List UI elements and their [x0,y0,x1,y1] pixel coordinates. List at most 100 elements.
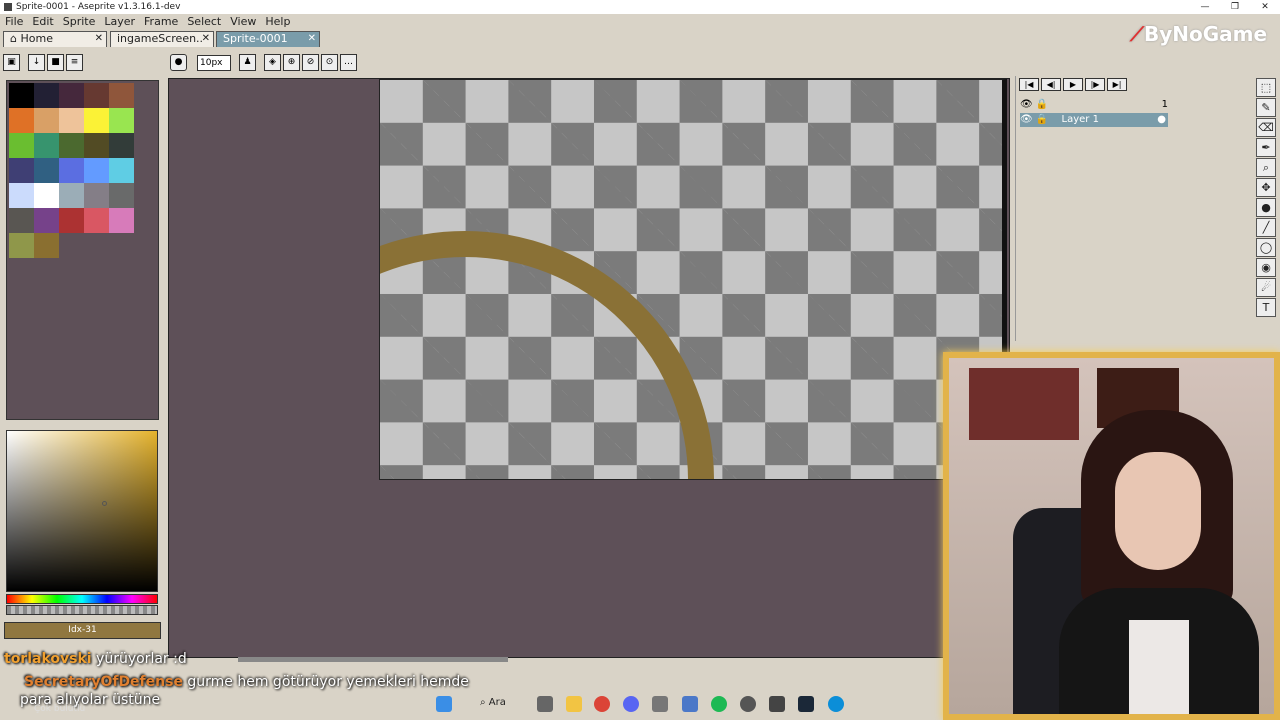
zoom-icon[interactable]: ⌕ [1256,158,1276,177]
fill-icon[interactable]: ● [1256,198,1276,217]
palette-swatch[interactable] [9,108,34,133]
text-icon[interactable]: T [1256,298,1276,317]
palette-swatch[interactable] [59,208,84,233]
prev-frame-icon[interactable]: ◀| [1041,78,1061,91]
tab-home[interactable]: ⌂ Home ✕ [3,31,107,47]
palette-swatch[interactable] [59,108,84,133]
menu-edit[interactable]: Edit [32,15,53,28]
brush-size-input[interactable]: 10px [197,55,231,71]
palette-swatch[interactable] [109,208,134,233]
menu-layer[interactable]: Layer [104,15,135,28]
palette-swatch[interactable] [84,158,109,183]
steam-icon[interactable] [798,696,814,712]
close-tab-icon[interactable]: ✕ [95,32,103,46]
palette-swatch[interactable] [84,133,109,158]
menu-frame[interactable]: Frame [144,15,178,28]
windows-start-icon[interactable] [436,696,452,712]
palette-swatch[interactable] [34,158,59,183]
menu-file[interactable]: File [5,15,23,28]
palette-swatch[interactable] [9,208,34,233]
palette-swatch[interactable] [84,208,109,233]
palette-swatch[interactable] [59,83,84,108]
edge-icon[interactable] [828,696,844,712]
palette-swatch[interactable] [9,158,34,183]
palette-swatch[interactable] [84,183,109,208]
first-frame-icon[interactable]: |◀ [1019,78,1039,91]
visibility-icon[interactable]: 👁 [1020,114,1033,125]
file-explorer-icon[interactable] [566,696,582,712]
pixel-perfect-icon[interactable]: ◈ [264,54,281,71]
visibility-icon[interactable]: 👁 [1020,99,1033,110]
close-window-button[interactable]: ✕ [1250,0,1280,14]
palette-swatch[interactable] [109,158,134,183]
horizontal-scrollbar[interactable] [238,657,508,662]
eraser-icon[interactable]: ⌫ [1256,118,1276,137]
save-icon[interactable]: ■ [47,54,64,71]
close-tab-icon[interactable]: ✕ [202,32,210,46]
palette-swatch[interactable] [34,183,59,208]
menu-sprite[interactable]: Sprite [63,15,96,28]
hue-slider[interactable] [6,594,158,604]
palette-swatch[interactable] [34,208,59,233]
lock-icon[interactable]: ▣ [3,54,20,71]
palette-swatch[interactable] [109,133,134,158]
shading-icon[interactable]: ⊘ [302,54,319,71]
more-options-icon[interactable]: … [340,54,357,71]
palette-swatch[interactable] [9,233,34,258]
palette-swatch[interactable] [9,83,34,108]
pencil-icon[interactable]: ✎ [1256,98,1276,117]
sprite-canvas[interactable] [379,79,1007,480]
color-spectrum[interactable] [6,430,158,592]
obs-icon[interactable] [740,696,756,712]
palette-swatch[interactable] [59,158,84,183]
eyedropper-icon[interactable]: ✒ [1256,138,1276,157]
palette-swatch[interactable] [84,83,109,108]
task-view-icon[interactable] [537,696,553,712]
tab-ingame-screen[interactable]: ingameScreen.. ✕ [110,31,214,47]
symmetry-icon[interactable]: ⊕ [283,54,300,71]
discord-icon[interactable] [623,696,639,712]
marquee-icon[interactable]: ⬚ [1256,78,1276,97]
palette-swatch[interactable] [34,83,59,108]
palette-swatch[interactable] [34,233,59,258]
palette-swatch[interactable] [9,183,34,208]
palette-swatch[interactable] [109,83,134,108]
last-frame-icon[interactable]: ▶| [1107,78,1127,91]
palette-swatch[interactable] [59,183,84,208]
list-icon[interactable]: ≡ [66,54,83,71]
layer-lock-icon[interactable]: 🔒 [1036,114,1048,125]
camera-app-icon[interactable] [652,696,668,712]
minimize-button[interactable]: — [1190,0,1220,14]
tab-sprite-0001[interactable]: Sprite-0001 ✕ [216,31,320,47]
close-tab-icon[interactable]: ✕ [308,32,316,46]
aseprite-taskbar-icon[interactable] [769,696,785,712]
palette-swatch[interactable] [34,133,59,158]
line-icon[interactable]: ╱ [1256,218,1276,237]
palette-swatch[interactable] [109,183,134,208]
brush-type-icon[interactable]: ● [170,54,187,71]
menu-view[interactable]: View [230,15,256,28]
color-index-bar[interactable]: Idx-31 [4,622,161,639]
layer-row[interactable]: 👁 🔒 Layer 1 ● [1020,113,1168,127]
next-frame-icon[interactable]: |▶ [1085,78,1105,91]
menu-select[interactable]: Select [187,15,221,28]
alpha-slider[interactable] [6,605,158,615]
smudge-icon[interactable]: ☄ [1256,278,1276,297]
spotify-icon[interactable] [711,696,727,712]
taskbar-search[interactable]: ⌕ Ara [480,697,506,708]
play-icon[interactable]: ▶ [1063,78,1083,91]
blur-icon[interactable]: ◉ [1256,258,1276,277]
palette-swatch[interactable] [109,108,134,133]
move-icon[interactable]: ✥ [1256,178,1276,197]
chrome-icon[interactable] [594,696,610,712]
palette-swatch[interactable] [34,108,59,133]
menu-help[interactable]: Help [265,15,290,28]
layer-lock-icon[interactable]: 🔒 [1036,99,1048,110]
app-icon[interactable] [682,696,698,712]
palette-swatch[interactable] [84,108,109,133]
ellipse-icon[interactable]: ◯ [1256,238,1276,257]
maximize-button[interactable]: ❐ [1220,0,1250,14]
outline-icon[interactable]: ⊙ [321,54,338,71]
palette-swatch[interactable] [9,133,34,158]
download-icon[interactable]: ↓ [28,54,45,71]
